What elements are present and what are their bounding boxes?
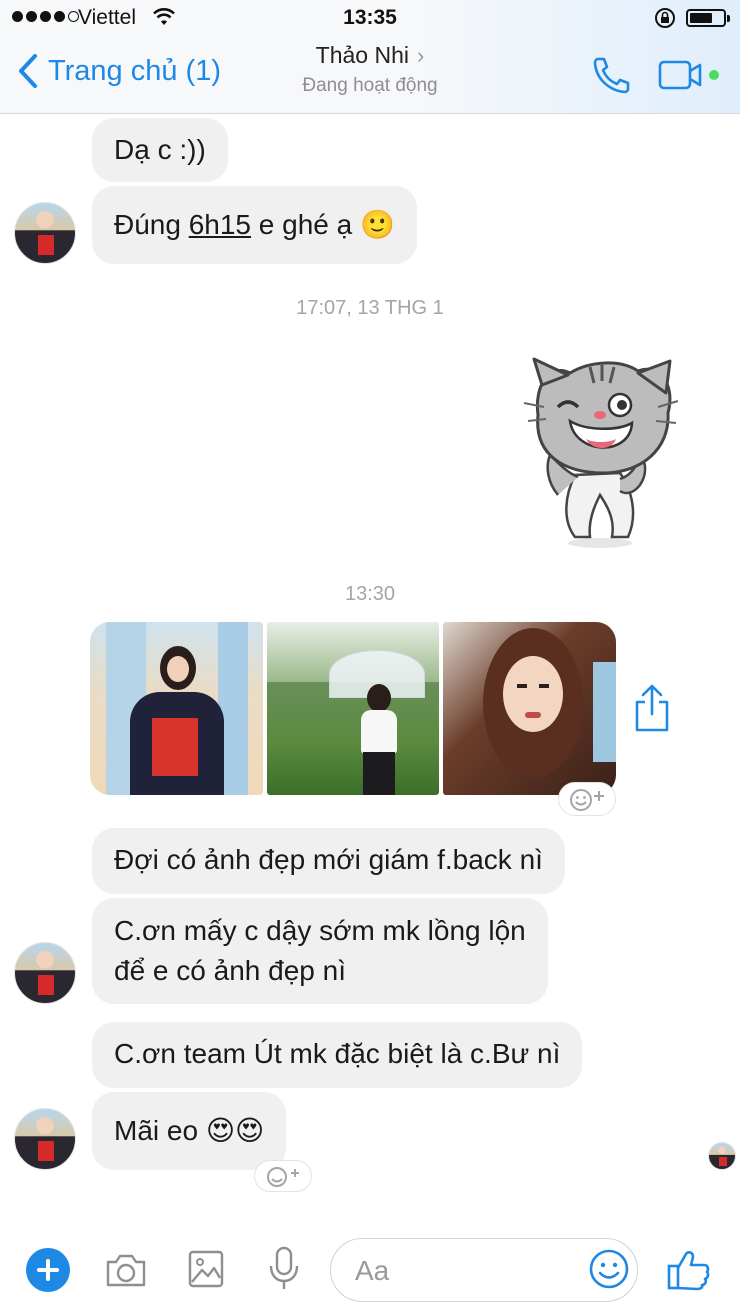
message-text: Đợi có ảnh đẹp mới giám f.back nì [114, 844, 543, 875]
message-text: Đúng [114, 209, 189, 240]
contact-avatar[interactable] [14, 942, 76, 1004]
add-reaction-button[interactable] [254, 1160, 312, 1192]
thumbs-up-icon[interactable] [666, 1248, 712, 1292]
video-call-icon[interactable] [658, 60, 706, 90]
message-text: để e có ảnh đẹp nì [114, 955, 346, 986]
contact-name: Thảo Nhi › [315, 42, 425, 68]
contact-header[interactable]: Thảo Nhi › Đang hoạt động [250, 42, 490, 97]
message-composer [0, 1226, 740, 1314]
time-link[interactable]: 6h15 [189, 209, 251, 240]
rotation-lock-icon [655, 8, 675, 28]
back-button[interactable]: Trang chủ (1) [18, 54, 221, 88]
add-reaction-icon [267, 1167, 299, 1187]
status-time: 13:35 [343, 6, 397, 29]
message-bubble[interactable]: Dạ c :)) [92, 118, 228, 182]
message-bubble[interactable]: Đợi có ảnh đẹp mới giám f.back nì [92, 828, 565, 894]
back-label: Trang chủ (1) [48, 54, 221, 87]
photo-thumbnail[interactable] [90, 622, 263, 795]
message-bubble[interactable]: C.ơn team Út mk đặc biệt là c.Bư nì [92, 1022, 583, 1088]
add-reaction-icon [570, 789, 604, 811]
timestamp: 17:07, 13 THG 1 [296, 297, 444, 319]
contact-avatar[interactable] [14, 1108, 76, 1170]
plus-icon[interactable] [26, 1248, 70, 1292]
photo-thumbnail[interactable] [443, 622, 617, 795]
share-icon[interactable] [632, 682, 672, 734]
contact-avatar[interactable] [14, 202, 76, 264]
message-text: C.ơn team Út mk đặc biệt là c.Bư nì [114, 1038, 561, 1069]
chevron-left-icon [19, 54, 37, 88]
cat-sticker[interactable] [520, 355, 680, 550]
message-input[interactable] [355, 1251, 575, 1291]
emoji-icon[interactable] [588, 1248, 630, 1290]
online-indicator [709, 70, 719, 80]
camera-icon[interactable] [104, 1252, 148, 1288]
timestamp: 13:30 [344, 583, 396, 605]
message-text: Dạ c :)) [114, 134, 206, 165]
message-bubble[interactable]: Đúng 6h15 e ghé ạ 🙂 [92, 186, 417, 264]
add-reaction-button[interactable] [558, 782, 616, 816]
gallery-icon[interactable] [188, 1250, 224, 1288]
message-text: e ghé ạ 🙂 [251, 209, 395, 240]
read-receipt-avatar [708, 1142, 736, 1170]
photo-group [90, 622, 617, 795]
message-text: Mãi eo 😍😍 [114, 1115, 265, 1146]
contact-status: Đang hoạt động [302, 75, 438, 96]
message-bubble[interactable]: C.ơn mấy c dậy sớm mk lồng lộn để e có ả… [92, 898, 548, 1004]
battery-icon [686, 9, 730, 27]
message-bubble[interactable]: Mãi eo 😍😍 [92, 1092, 287, 1170]
message-text: C.ơn mấy c dậy sớm mk lồng lộn [114, 915, 526, 946]
top-bar: Viettel 13:35 Trang chủ (1) Thảo Nhi › Đa… [0, 0, 740, 114]
status-bar: Viettel 13:35 [0, 0, 740, 36]
photo-thumbnail[interactable] [266, 622, 440, 795]
phone-call-icon[interactable] [590, 55, 632, 95]
microphone-icon[interactable] [268, 1246, 300, 1292]
chevron-right-icon: › [417, 43, 425, 68]
